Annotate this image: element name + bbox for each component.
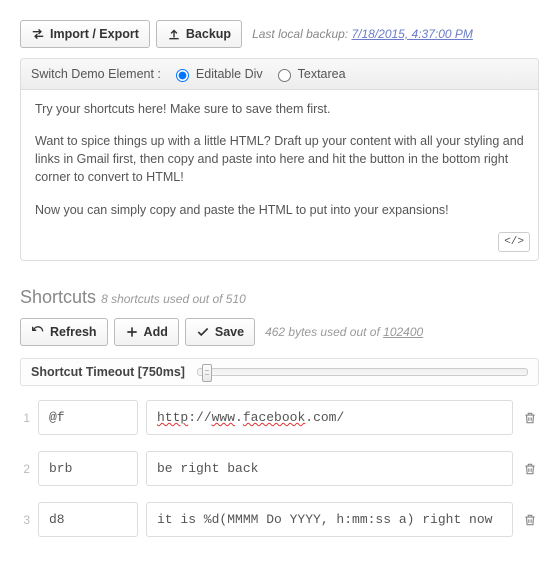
refresh-icon (31, 325, 45, 339)
shortcut-value-input[interactable]: http://www.facebook.com/ (146, 400, 513, 435)
shortcut-row: 3 it is %d(MMMM Do YYYY, h:mm:ss a) right… (20, 502, 539, 537)
trash-icon (523, 411, 537, 425)
convert-html-button[interactable]: </> (498, 232, 530, 252)
shortcut-key-input[interactable] (38, 400, 138, 435)
backup-info: Last local backup: 7/18/2015, 4:37:00 PM (252, 27, 473, 41)
shortcuts-toolbar: Refresh Add Save 462 bytes used out of 1… (20, 318, 539, 346)
import-export-label: Import / Export (50, 27, 139, 41)
top-toolbar: Import / Export Backup Last local backup… (20, 20, 539, 48)
backup-label: Backup (186, 27, 231, 41)
add-button[interactable]: Add (114, 318, 179, 346)
shortcut-key-input[interactable] (38, 451, 138, 486)
row-number: 3 (20, 513, 30, 527)
bytes-total: 102400 (383, 325, 423, 339)
plus-icon (125, 325, 139, 339)
shortcut-list: 1 http://www.facebook.com/2 be right back 3… (20, 400, 539, 537)
add-label: Add (144, 325, 168, 339)
import-export-button[interactable]: Import / Export (20, 20, 150, 48)
demo-editable-area[interactable]: Try your shortcuts here! Make sure to sa… (21, 90, 538, 260)
refresh-button[interactable]: Refresh (20, 318, 108, 346)
radio-textarea-input[interactable] (278, 69, 291, 82)
delete-row-button[interactable] (521, 409, 539, 427)
trash-icon (523, 513, 537, 527)
save-button[interactable]: Save (185, 318, 255, 346)
radio-textarea-label: Textarea (298, 67, 346, 81)
demo-text-2: Want to spice things up with a little HT… (35, 132, 524, 186)
shortcuts-heading: Shortcuts 8 shortcuts used out of 510 (20, 287, 539, 308)
backup-prefix: Last local backup: (252, 27, 348, 41)
shortcuts-subtitle: 8 shortcuts used out of 510 (101, 292, 246, 306)
demo-header: Switch Demo Element : Editable Div Texta… (21, 59, 538, 90)
bytes-usage-text: 462 bytes used out of (265, 325, 383, 339)
timeout-slider[interactable] (197, 368, 528, 376)
backup-time-link[interactable]: 7/18/2015, 4:37:00 PM (351, 27, 472, 41)
shortcuts-title: Shortcuts (20, 287, 96, 307)
shortcut-row: 1 http://www.facebook.com/ (20, 400, 539, 435)
demo-text-1: Try your shortcuts here! Make sure to sa… (35, 100, 524, 118)
trash-icon (523, 462, 537, 476)
shortcut-value-input[interactable]: it is %d(MMMM Do YYYY, h:mm:ss a) right … (146, 502, 513, 537)
demo-panel: Switch Demo Element : Editable Div Texta… (20, 58, 539, 261)
backup-button[interactable]: Backup (156, 20, 242, 48)
radio-textarea[interactable]: Textarea (273, 66, 346, 82)
timeout-row: Shortcut Timeout [750ms] (20, 358, 539, 386)
shortcut-row: 2 be right back (20, 451, 539, 486)
switch-demo-label: Switch Demo Element : (31, 67, 161, 81)
shortcut-key-input[interactable] (38, 502, 138, 537)
bytes-usage: 462 bytes used out of 102400 (265, 325, 423, 339)
delete-row-button[interactable] (521, 460, 539, 478)
shortcut-value-input[interactable]: be right back (146, 451, 513, 486)
delete-row-button[interactable] (521, 511, 539, 529)
transfer-icon (31, 27, 45, 41)
radio-editable-div-label: Editable Div (196, 67, 263, 81)
radio-editable-div-input[interactable] (176, 69, 189, 82)
demo-text-3: Now you can simply copy and paste the HT… (35, 201, 524, 219)
check-icon (196, 325, 210, 339)
timeout-slider-handle[interactable] (202, 364, 212, 382)
radio-editable-div[interactable]: Editable Div (171, 66, 263, 82)
refresh-label: Refresh (50, 325, 97, 339)
row-number: 1 (20, 411, 30, 425)
upload-icon (167, 27, 181, 41)
row-number: 2 (20, 462, 30, 476)
timeout-label: Shortcut Timeout [750ms] (31, 365, 185, 379)
save-label: Save (215, 325, 244, 339)
shortcuts-section: Shortcuts 8 shortcuts used out of 510 Re… (20, 287, 539, 537)
